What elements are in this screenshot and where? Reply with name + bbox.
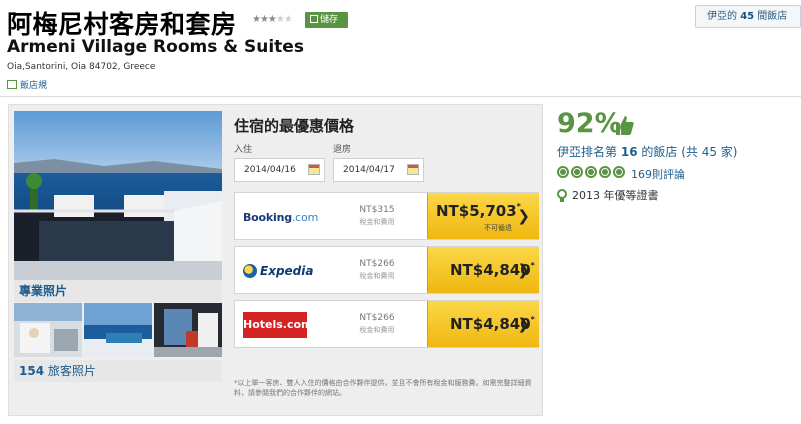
rating-bubble-icon [585, 166, 597, 178]
professional-photos-link[interactable]: 專業照片 [14, 280, 222, 302]
thumbnail-3[interactable] [154, 303, 222, 357]
hotels-in-city-button[interactable]: 伊亞的 45 間飯店 [695, 5, 801, 28]
thumbnail-2[interactable] [84, 303, 152, 357]
certificate-label: 2013 年優等證書 [572, 189, 659, 202]
thumbs-up-icon [616, 116, 634, 135]
deal-row-hotels[interactable]: Hotels.com NT$266 稅金和費用 NT$4,840* ❯ [234, 300, 539, 348]
tax-note: 稅金和費用 [359, 272, 395, 280]
view-deal-button-booking[interactable]: NT$5,703* 不可循退 ❯ [427, 193, 539, 239]
main-photo-image [14, 111, 222, 280]
photo-thumbnails [14, 303, 222, 357]
tax-info: NT$315 稅金和費用 [347, 204, 407, 228]
deal-price: NT$5,703* [436, 202, 521, 220]
thumbnail-1[interactable] [14, 303, 82, 357]
price-footnote-mark: * [530, 261, 535, 270]
thumbnail-1-image [14, 303, 82, 357]
hotels-in-city-suffix: 間飯店 [757, 11, 788, 22]
star-icon: ★★★ [252, 14, 277, 25]
checkout-label: 退房 [333, 145, 352, 155]
booking-logo: Booking.com [243, 203, 318, 231]
guest-photo-count: 154 [19, 364, 45, 378]
price-disclaimer: *以上單一客房、雙人入住的價格由合作夥伴提供，並且不會所有稅金和服務費。如需完整… [234, 379, 532, 397]
expedia-logo-text: Expedia [243, 264, 313, 278]
bubble-rating [557, 166, 625, 178]
tax-note: 稅金和費用 [359, 326, 395, 334]
view-deal-button-expedia[interactable]: NT$4,840* ❯ [427, 247, 539, 293]
tax-info: NT$266 稅金和費用 [347, 258, 407, 282]
rating-bubble-icon [613, 166, 625, 178]
edit-hotel-label: 飯店規 [20, 81, 48, 91]
calendar-icon [308, 164, 320, 175]
thumbnail-3-image [154, 303, 222, 357]
deal-note: 不可循退 [484, 224, 512, 232]
globe-icon [243, 264, 257, 278]
award-medal-icon [557, 188, 567, 202]
rank-total: (共 45 家) [681, 145, 738, 159]
booking-logo-suffix: .com [291, 210, 319, 224]
rank-mid: 的飯店 [641, 145, 678, 159]
edit-icon [7, 80, 17, 89]
certificate-of-excellence: 2013 年優等證書 [557, 187, 659, 203]
tax-note: 稅金和費用 [359, 218, 395, 226]
save-button[interactable]: 儲存 [305, 12, 348, 28]
booking-logo-main: Booking [243, 210, 292, 224]
hotel-name-english: Armeni Village Rooms & Suites [7, 37, 304, 57]
rating-bubble-icon [571, 166, 583, 178]
hotels-in-city-count: 45 [740, 11, 755, 22]
tax-amount: NT$315 [359, 205, 395, 215]
reviews-link[interactable]: 169則評論 [631, 166, 685, 182]
checkout-date-input[interactable]: 2014/04/17 [333, 158, 424, 182]
checkin-label: 入住 [234, 145, 253, 155]
checkout-date-value: 2014/04/17 [343, 165, 395, 175]
guest-photos-link[interactable]: 154 旅客照片 [14, 360, 222, 382]
rating-bubble-icon [557, 166, 569, 178]
hotels-logo-text: Hotels.com [243, 312, 313, 338]
chevron-right-icon: ❯ [517, 207, 530, 225]
deal-price-value: NT$5,703 [436, 202, 517, 220]
hotel-header: 阿梅尼村客房和套房 ★★★★★ 儲存 Armeni Village Rooms … [0, 0, 801, 100]
guest-photo-label: 旅客照片 [47, 364, 96, 378]
rating-bubble-icon [599, 166, 611, 178]
deal-row-expedia[interactable]: Expedia NT$266 稅金和費用 NT$4,840* ❯ [234, 246, 539, 294]
hotels-logo: Hotels.com [243, 311, 313, 339]
rank-prefix: 伊亞排名第 [557, 145, 618, 159]
hotel-address: Oia,Santorini, Oia 84702, Greece [7, 62, 156, 72]
checkin-date-value: 2014/04/16 [244, 165, 296, 175]
hotel-name-chinese: 阿梅尼村客房和套房 [7, 10, 237, 39]
hotels-in-city-prefix: 伊亞的 [707, 11, 737, 22]
view-deal-button-hotels[interactable]: NT$4,840* ❯ [427, 301, 539, 347]
checkin-date-input[interactable]: 2014/04/16 [234, 158, 325, 182]
tax-amount: NT$266 [359, 259, 395, 269]
expedia-logo-main: Expedia [260, 264, 314, 278]
chevron-right-icon: ❯ [517, 261, 530, 279]
chevron-right-icon: ❯ [517, 315, 530, 333]
tax-amount: NT$266 [359, 313, 395, 323]
save-button-label: 儲存 [320, 15, 339, 25]
best-price-title: 住宿的最優惠價格 [234, 117, 355, 135]
edit-hotel-link[interactable]: 飯店規 [7, 78, 47, 91]
price-footnote-mark: * [530, 315, 535, 324]
star-rating: ★★★★★ [252, 14, 293, 25]
star-empty-icon: ★★ [275, 14, 293, 25]
city-ranking[interactable]: 伊亞排名第 16 的飯店 (共 45 家) [557, 143, 737, 160]
calendar-icon [407, 164, 419, 175]
expedia-logo: Expedia [243, 257, 313, 285]
deal-row-booking[interactable]: Booking.com NT$315 稅金和費用 NT$5,703* 不可循退 … [234, 192, 539, 240]
main-hotel-photo[interactable] [14, 111, 222, 280]
tax-info: NT$266 稅金和費用 [347, 312, 407, 336]
thumbnail-2-image [84, 303, 152, 357]
booking-logo-text: Booking.com [243, 211, 318, 224]
bookmark-icon [310, 15, 318, 23]
rank-number: 16 [620, 145, 638, 159]
header-divider [0, 96, 801, 97]
recommend-score: 92% [557, 108, 622, 139]
